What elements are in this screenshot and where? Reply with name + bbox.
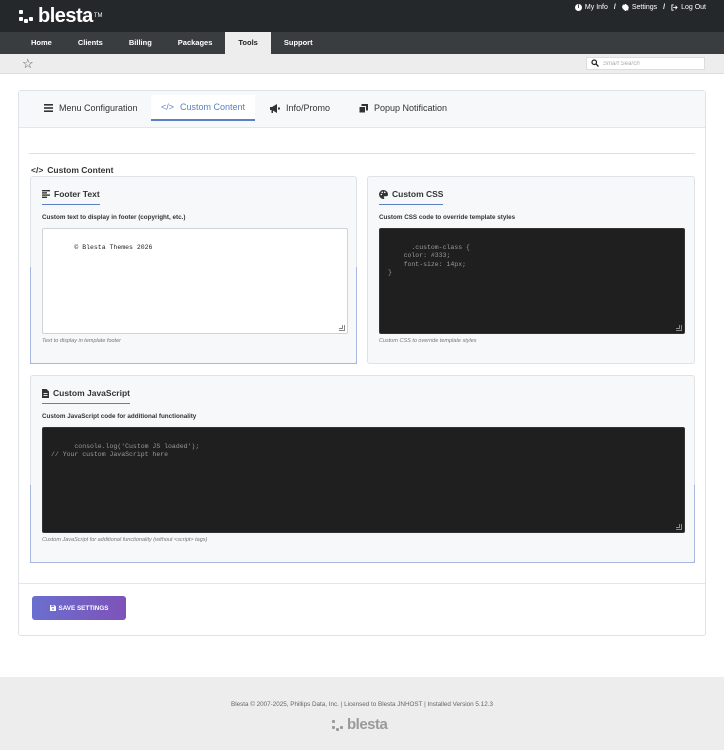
settings-link[interactable]: Settings [621, 4, 658, 11]
nav-billing[interactable]: Billing [116, 32, 165, 54]
log-out-label: Log Out [681, 4, 706, 11]
nav-home[interactable]: Home [18, 32, 65, 54]
blesta-logo-icon [18, 9, 36, 23]
footer-text-help: Text to display in template footer [42, 338, 121, 344]
nav-packages[interactable]: Packages [165, 32, 226, 54]
footer-text-textarea[interactable]: © Blesta Themes 2026 [42, 228, 348, 334]
tab-label: Custom Content [179, 102, 246, 112]
brand-logo[interactable]: blesta TM [18, 6, 102, 26]
account-links: i My Info / Settings / Log Out [574, 4, 706, 11]
footer-text-title: Footer Text [54, 189, 100, 199]
tab-label: Popup Notification [374, 103, 448, 113]
main-nav: Home Clients Billing Packages Tools Supp… [0, 32, 724, 54]
log-out-link[interactable]: Log Out [671, 4, 706, 11]
custom-css-description: Custom CSS code to override template sty… [379, 214, 516, 221]
menu-icon [44, 104, 53, 112]
custom-css-textarea[interactable]: .custom-class { color: #333; font-size: … [379, 228, 685, 334]
search-icon [591, 59, 599, 67]
footer-logo: blesta [331, 715, 388, 735]
custom-js-help: Custom JavaScript for additional functio… [42, 537, 208, 543]
custom-js-textarea[interactable]: console.log('Custom JS loaded'); // Your… [42, 427, 685, 533]
save-icon [49, 605, 56, 611]
palette-icon [379, 189, 388, 199]
code-icon: </> [160, 102, 174, 112]
code-icon: </> [31, 165, 44, 175]
custom-js-title: Custom JavaScript [53, 388, 130, 398]
card-accent-bottom [30, 562, 695, 563]
resize-handle[interactable] [339, 325, 345, 331]
nav-clients[interactable]: Clients [65, 32, 116, 54]
tab-label: Info/Promo [286, 103, 331, 113]
card-accent-left [30, 485, 31, 563]
settings-label: Settings [631, 4, 658, 11]
my-info-label: My Info [584, 4, 608, 11]
top-bar: blesta TM i My Info / Settings / Log Out [0, 0, 724, 32]
settings-panel: Menu Configuration </> Custom Content In… [18, 90, 706, 636]
megaphone-icon [270, 103, 280, 113]
link-separator: / [663, 4, 666, 11]
smart-search [586, 57, 705, 70]
tab-label: Menu Configuration [59, 103, 138, 113]
blesta-logo-icon [331, 719, 345, 731]
custom-css-card: Custom CSS Custom CSS code to override t… [367, 176, 695, 364]
star-icon[interactable]: ☆ [22, 57, 34, 70]
card-accent-bottom [30, 363, 357, 364]
info-icon: i [574, 4, 582, 11]
footer-brand-name: blesta [347, 716, 388, 733]
custom-css-value: .custom-class { color: #333; font-size: … [388, 243, 470, 277]
actions-divider [19, 583, 705, 584]
tab-info-promo[interactable]: Info/Promo [270, 95, 330, 121]
gear-icon [621, 4, 629, 11]
section-title-label: Custom Content [47, 165, 114, 175]
nav-tools[interactable]: Tools [225, 32, 271, 54]
content-divider [29, 153, 695, 154]
brand-trademark: TM [93, 13, 103, 19]
custom-css-title: Custom CSS [392, 189, 444, 199]
my-info-link[interactable]: i My Info [574, 4, 608, 11]
tab-bar: Menu Configuration </> Custom Content In… [19, 91, 705, 128]
link-separator: / [613, 4, 616, 11]
card-accent-right [694, 485, 695, 563]
align-left-icon [42, 190, 50, 198]
resize-handle[interactable] [676, 325, 682, 331]
custom-css-help: Custom CSS to override template styles [379, 338, 477, 344]
card-title: Custom CSS [379, 189, 444, 205]
card-title: Custom JavaScript [42, 388, 130, 404]
section-title: </> Custom Content [31, 165, 113, 175]
save-settings-label: SAVE SETTINGS [58, 604, 109, 612]
card-accent-left [30, 267, 31, 364]
page-footer: Blesta © 2007-2025, Phillips Data, Inc. … [0, 677, 724, 750]
resize-handle[interactable] [676, 524, 682, 530]
popup-icon [359, 103, 368, 113]
custom-js-value: console.log('Custom JS loaded'); // Your… [51, 442, 200, 459]
nav-support[interactable]: Support [271, 32, 326, 54]
tab-menu-configuration[interactable]: Menu Configuration [44, 95, 138, 121]
search-input[interactable] [603, 58, 703, 69]
custom-js-card: Custom JavaScript Custom JavaScript code… [30, 375, 695, 563]
file-code-icon [42, 388, 49, 398]
copyright-text: Blesta © 2007-2025, Phillips Data, Inc. … [231, 701, 493, 708]
footer-text-card: Footer Text Custom text to display in fo… [30, 176, 357, 364]
footer-text-description: Custom text to display in footer (copyri… [42, 214, 186, 221]
save-settings-button[interactable]: SAVE SETTINGS [32, 596, 126, 620]
custom-js-description: Custom JavaScript code for additional fu… [42, 413, 197, 420]
brand-name: blesta [38, 5, 93, 27]
tab-popup-notification[interactable]: Popup Notification [359, 95, 447, 121]
card-accent-right [356, 267, 357, 364]
footer-text-value: © Blesta Themes 2026 [74, 243, 153, 251]
card-title: Footer Text [42, 189, 100, 205]
tab-custom-content[interactable]: </> Custom Content [151, 95, 255, 121]
logout-icon [671, 4, 678, 11]
